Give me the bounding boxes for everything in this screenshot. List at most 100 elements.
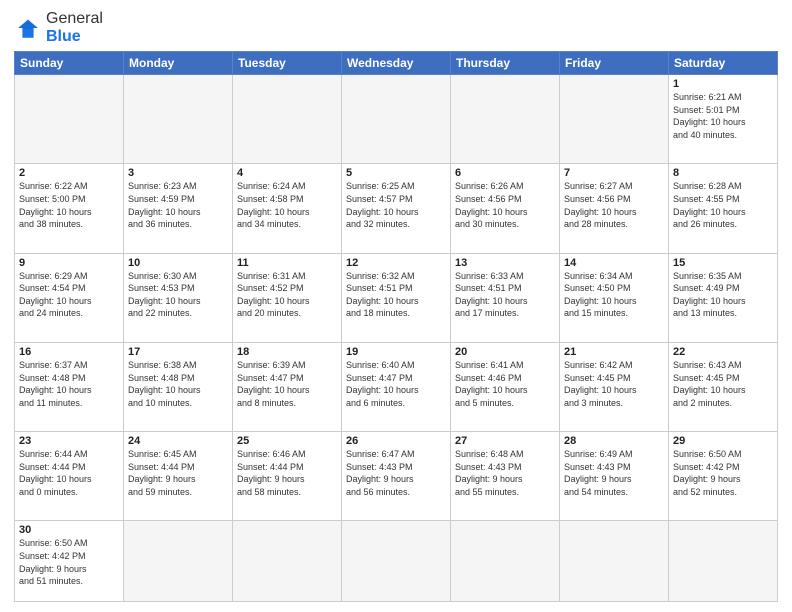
calendar-cell: 27Sunrise: 6:48 AM Sunset: 4:43 PM Dayli…: [451, 432, 560, 521]
calendar-cell: 12Sunrise: 6:32 AM Sunset: 4:51 PM Dayli…: [342, 253, 451, 342]
calendar-cell: [669, 521, 778, 602]
weekday-header-row: SundayMondayTuesdayWednesdayThursdayFrid…: [15, 52, 778, 75]
day-number: 27: [455, 435, 555, 447]
calendar-week-6: 30Sunrise: 6:50 AM Sunset: 4:42 PM Dayli…: [15, 521, 778, 602]
calendar-cell: 29Sunrise: 6:50 AM Sunset: 4:42 PM Dayli…: [669, 432, 778, 521]
day-number: 14: [564, 257, 664, 269]
calendar-cell: [560, 521, 669, 602]
calendar-cell: [233, 75, 342, 164]
calendar-cell: 26Sunrise: 6:47 AM Sunset: 4:43 PM Dayli…: [342, 432, 451, 521]
day-info: Sunrise: 6:35 AM Sunset: 4:49 PM Dayligh…: [673, 270, 773, 320]
calendar-week-1: 1Sunrise: 6:21 AM Sunset: 5:01 PM Daylig…: [15, 75, 778, 164]
calendar-cell: 3Sunrise: 6:23 AM Sunset: 4:59 PM Daylig…: [124, 164, 233, 253]
calendar-cell: [233, 521, 342, 602]
day-info: Sunrise: 6:39 AM Sunset: 4:47 PM Dayligh…: [237, 359, 337, 409]
calendar-table: SundayMondayTuesdayWednesdayThursdayFrid…: [14, 51, 778, 602]
day-info: Sunrise: 6:50 AM Sunset: 4:42 PM Dayligh…: [673, 448, 773, 498]
calendar-cell: 15Sunrise: 6:35 AM Sunset: 4:49 PM Dayli…: [669, 253, 778, 342]
calendar-cell: 25Sunrise: 6:46 AM Sunset: 4:44 PM Dayli…: [233, 432, 342, 521]
day-info: Sunrise: 6:48 AM Sunset: 4:43 PM Dayligh…: [455, 448, 555, 498]
day-number: 17: [128, 346, 228, 358]
calendar-week-5: 23Sunrise: 6:44 AM Sunset: 4:44 PM Dayli…: [15, 432, 778, 521]
calendar-cell: 20Sunrise: 6:41 AM Sunset: 4:46 PM Dayli…: [451, 342, 560, 431]
day-info: Sunrise: 6:38 AM Sunset: 4:48 PM Dayligh…: [128, 359, 228, 409]
day-number: 30: [19, 524, 119, 536]
header: General Blue: [14, 10, 778, 45]
day-info: Sunrise: 6:49 AM Sunset: 4:43 PM Dayligh…: [564, 448, 664, 498]
day-number: 2: [19, 167, 119, 179]
day-info: Sunrise: 6:47 AM Sunset: 4:43 PM Dayligh…: [346, 448, 446, 498]
calendar-cell: 22Sunrise: 6:43 AM Sunset: 4:45 PM Dayli…: [669, 342, 778, 431]
day-info: Sunrise: 6:42 AM Sunset: 4:45 PM Dayligh…: [564, 359, 664, 409]
day-number: 28: [564, 435, 664, 447]
calendar-cell: [451, 75, 560, 164]
calendar-cell: 30Sunrise: 6:50 AM Sunset: 4:42 PM Dayli…: [15, 521, 124, 602]
calendar-cell: [342, 521, 451, 602]
calendar-cell: 16Sunrise: 6:37 AM Sunset: 4:48 PM Dayli…: [15, 342, 124, 431]
weekday-header-tuesday: Tuesday: [233, 52, 342, 75]
day-info: Sunrise: 6:29 AM Sunset: 4:54 PM Dayligh…: [19, 270, 119, 320]
calendar-cell: 24Sunrise: 6:45 AM Sunset: 4:44 PM Dayli…: [124, 432, 233, 521]
calendar-cell: 5Sunrise: 6:25 AM Sunset: 4:57 PM Daylig…: [342, 164, 451, 253]
calendar-cell: 9Sunrise: 6:29 AM Sunset: 4:54 PM Daylig…: [15, 253, 124, 342]
day-number: 22: [673, 346, 773, 358]
calendar-cell: 1Sunrise: 6:21 AM Sunset: 5:01 PM Daylig…: [669, 75, 778, 164]
day-number: 8: [673, 167, 773, 179]
calendar-cell: 7Sunrise: 6:27 AM Sunset: 4:56 PM Daylig…: [560, 164, 669, 253]
weekday-header-wednesday: Wednesday: [342, 52, 451, 75]
calendar-cell: 23Sunrise: 6:44 AM Sunset: 4:44 PM Dayli…: [15, 432, 124, 521]
day-info: Sunrise: 6:24 AM Sunset: 4:58 PM Dayligh…: [237, 180, 337, 230]
calendar-cell: 28Sunrise: 6:49 AM Sunset: 4:43 PM Dayli…: [560, 432, 669, 521]
day-info: Sunrise: 6:46 AM Sunset: 4:44 PM Dayligh…: [237, 448, 337, 498]
day-info: Sunrise: 6:41 AM Sunset: 4:46 PM Dayligh…: [455, 359, 555, 409]
calendar-week-4: 16Sunrise: 6:37 AM Sunset: 4:48 PM Dayli…: [15, 342, 778, 431]
day-info: Sunrise: 6:34 AM Sunset: 4:50 PM Dayligh…: [564, 270, 664, 320]
day-number: 19: [346, 346, 446, 358]
calendar-cell: 10Sunrise: 6:30 AM Sunset: 4:53 PM Dayli…: [124, 253, 233, 342]
weekday-header-sunday: Sunday: [15, 52, 124, 75]
calendar-cell: 8Sunrise: 6:28 AM Sunset: 4:55 PM Daylig…: [669, 164, 778, 253]
day-number: 4: [237, 167, 337, 179]
day-number: 23: [19, 435, 119, 447]
calendar-week-3: 9Sunrise: 6:29 AM Sunset: 4:54 PM Daylig…: [15, 253, 778, 342]
day-number: 9: [19, 257, 119, 269]
logo: General Blue: [14, 10, 103, 45]
weekday-header-monday: Monday: [124, 52, 233, 75]
day-number: 21: [564, 346, 664, 358]
weekday-header-friday: Friday: [560, 52, 669, 75]
weekday-header-thursday: Thursday: [451, 52, 560, 75]
day-number: 12: [346, 257, 446, 269]
logo-text: General Blue: [46, 10, 103, 45]
day-info: Sunrise: 6:33 AM Sunset: 4:51 PM Dayligh…: [455, 270, 555, 320]
day-number: 5: [346, 167, 446, 179]
calendar-cell: 6Sunrise: 6:26 AM Sunset: 4:56 PM Daylig…: [451, 164, 560, 253]
calendar-cell: 13Sunrise: 6:33 AM Sunset: 4:51 PM Dayli…: [451, 253, 560, 342]
day-info: Sunrise: 6:30 AM Sunset: 4:53 PM Dayligh…: [128, 270, 228, 320]
day-number: 24: [128, 435, 228, 447]
day-number: 3: [128, 167, 228, 179]
calendar-cell: [560, 75, 669, 164]
day-info: Sunrise: 6:45 AM Sunset: 4:44 PM Dayligh…: [128, 448, 228, 498]
day-number: 10: [128, 257, 228, 269]
day-info: Sunrise: 6:37 AM Sunset: 4:48 PM Dayligh…: [19, 359, 119, 409]
day-number: 7: [564, 167, 664, 179]
calendar-cell: 4Sunrise: 6:24 AM Sunset: 4:58 PM Daylig…: [233, 164, 342, 253]
day-info: Sunrise: 6:43 AM Sunset: 4:45 PM Dayligh…: [673, 359, 773, 409]
calendar-cell: [451, 521, 560, 602]
calendar-cell: 18Sunrise: 6:39 AM Sunset: 4:47 PM Dayli…: [233, 342, 342, 431]
calendar-cell: 14Sunrise: 6:34 AM Sunset: 4:50 PM Dayli…: [560, 253, 669, 342]
day-info: Sunrise: 6:32 AM Sunset: 4:51 PM Dayligh…: [346, 270, 446, 320]
day-number: 20: [455, 346, 555, 358]
day-info: Sunrise: 6:22 AM Sunset: 5:00 PM Dayligh…: [19, 180, 119, 230]
day-info: Sunrise: 6:23 AM Sunset: 4:59 PM Dayligh…: [128, 180, 228, 230]
calendar-cell: [124, 521, 233, 602]
generalblue-icon: [14, 14, 42, 42]
calendar-cell: 2Sunrise: 6:22 AM Sunset: 5:00 PM Daylig…: [15, 164, 124, 253]
calendar-cell: [342, 75, 451, 164]
day-number: 29: [673, 435, 773, 447]
weekday-header-saturday: Saturday: [669, 52, 778, 75]
day-info: Sunrise: 6:25 AM Sunset: 4:57 PM Dayligh…: [346, 180, 446, 230]
day-info: Sunrise: 6:50 AM Sunset: 4:42 PM Dayligh…: [19, 537, 119, 587]
day-number: 1: [673, 78, 773, 90]
calendar-cell: 11Sunrise: 6:31 AM Sunset: 4:52 PM Dayli…: [233, 253, 342, 342]
